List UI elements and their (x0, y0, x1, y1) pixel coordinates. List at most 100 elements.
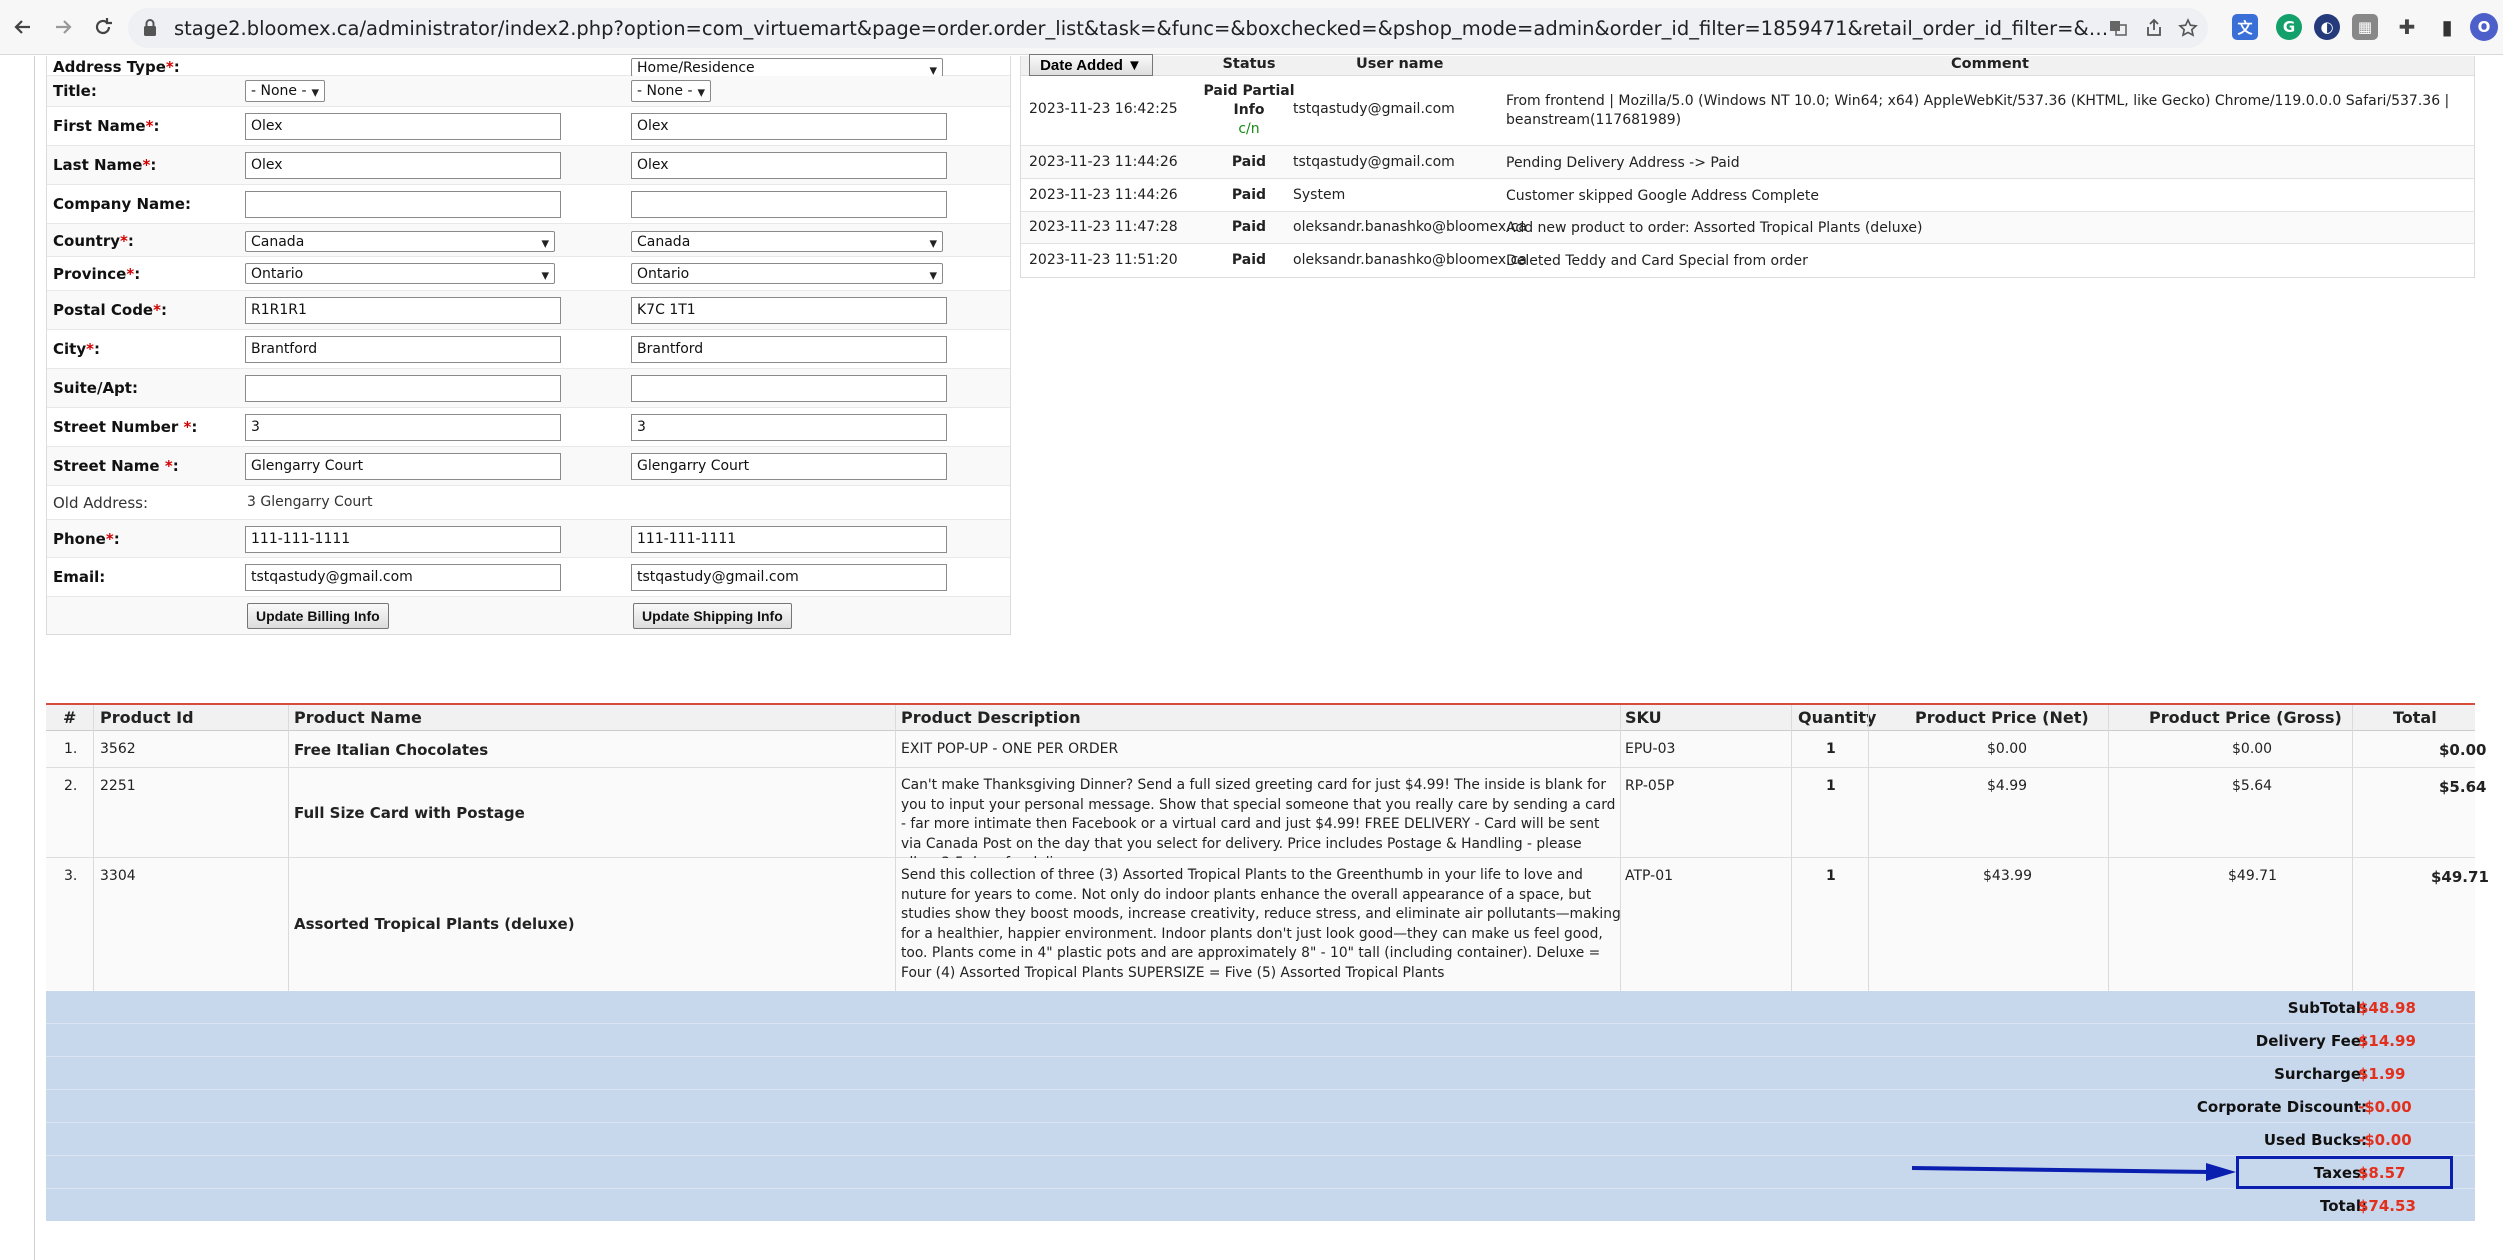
row-total: $5.64 (2439, 778, 2487, 796)
old-address-value: 3 Glengarry Court (247, 494, 373, 510)
url-text[interactable]: stage2.bloomex.ca/administrator/index2.p… (174, 17, 2114, 40)
delivery-fee-label: Delivery Fee: (2255, 1032, 2367, 1050)
history-comment: From frontend | Mozilla/5.0 (Windows NT … (1506, 93, 2450, 128)
row-phone: Phone*: 111-111-1111 111-111-1111 (47, 520, 1010, 558)
row-total: $0.00 (2439, 741, 2487, 759)
row-num: 2. (64, 778, 78, 794)
address-type-select[interactable]: Home/Residence (631, 58, 943, 77)
left-border (34, 56, 35, 1260)
history-date: 2023-11-23 16:42:25 (1029, 101, 1178, 117)
row-product-id: 2251 (100, 778, 136, 794)
first-name-shipping-input[interactable]: Olex (631, 113, 947, 140)
last-name-billing-input[interactable]: Olex (245, 152, 561, 179)
postal-shipping-input[interactable]: K7C 1T1 (631, 297, 947, 324)
suite-billing-input[interactable] (245, 375, 561, 402)
extension-translate-icon[interactable]: 文 (2232, 14, 2258, 40)
side-panel-icon[interactable]: ▮ (2434, 14, 2460, 40)
lock-icon[interactable] (142, 18, 158, 42)
last-name-shipping-input[interactable]: Olex (631, 152, 947, 179)
street-number-billing-input[interactable]: 3 (245, 414, 561, 441)
bookmark-star-icon[interactable] (2176, 16, 2200, 40)
col-product-id: Product Id (100, 708, 194, 727)
email-shipping-input[interactable]: tstqastudy@gmail.com (631, 564, 947, 591)
city-billing-input[interactable]: Brantford (245, 336, 561, 363)
row-quantity: 1 (1826, 741, 1836, 757)
row-first-name: First Name*: Olex Olex (47, 107, 1010, 146)
street-name-billing-input[interactable]: Glengarry Court (245, 453, 561, 480)
extensions-puzzle-icon[interactable]: ✚ (2394, 14, 2420, 40)
province-billing-select[interactable]: Ontario (245, 263, 555, 284)
col-quantity: Quantity (1798, 708, 1877, 727)
col-divider (2108, 705, 2109, 991)
email-billing-input[interactable]: tstqastudy@gmail.com (245, 564, 561, 591)
table-row: 2. 2251 Full Size Card with Postage Can'… (46, 768, 2486, 871)
row-product-description: Send this collection of three (3) Assort… (901, 867, 1621, 981)
row-province: Province*: Ontario Ontario (47, 257, 1010, 291)
row-quantity: 1 (1826, 778, 1836, 794)
first-name-billing-input[interactable]: Olex (245, 113, 561, 140)
history-status: Paid Partial Info (1203, 83, 1295, 118)
extension-grid-icon[interactable]: ▦ (2352, 14, 2378, 40)
address-form: Address Type*: Home/Residence Title: - N… (46, 56, 1011, 635)
grammarly-icon[interactable]: G (2276, 14, 2302, 40)
history-comment: Add new product to order: Assorted Tropi… (1506, 220, 1923, 236)
history-header-comment: Comment (1951, 56, 2029, 72)
province-label: Province (53, 265, 127, 283)
translate-icon[interactable] (2106, 16, 2130, 40)
reload-icon[interactable] (86, 10, 120, 44)
history-status: Paid (1231, 187, 1267, 203)
update-billing-button[interactable]: Update Billing Info (247, 603, 389, 629)
street-name-shipping-input[interactable]: Glengarry Court (631, 453, 947, 480)
row-postal-code: Postal Code*: R1R1R1 K7C 1T1 (47, 291, 1010, 330)
surcharge-value: $1.99 (2358, 1065, 2406, 1083)
row-country: Country*: Canada Canada (47, 224, 1010, 257)
company-billing-input[interactable] (245, 191, 561, 218)
row-sku: ATP-01 (1625, 868, 1674, 884)
history-date: 2023-11-23 11:51:20 (1029, 252, 1178, 268)
delivery-fee-value: $14.99 (2358, 1032, 2416, 1050)
totals-row-total: Total: $74.53 (46, 1189, 2475, 1222)
row-suite: Suite/Apt: (47, 369, 1010, 408)
profile-avatar[interactable]: O (2470, 13, 2498, 41)
country-billing-select[interactable]: Canada (245, 231, 555, 252)
row-sku: RP-05P (1625, 778, 1675, 794)
col-sku: SKU (1625, 708, 1662, 727)
province-shipping-select[interactable]: Ontario (631, 263, 943, 284)
totals-row-surcharge: Surcharge: $1.99 (46, 1057, 2475, 1090)
forward-icon[interactable] (46, 10, 80, 44)
company-shipping-input[interactable] (631, 191, 947, 218)
street-number-shipping-input[interactable]: 3 (631, 414, 947, 441)
suite-shipping-input[interactable] (631, 375, 947, 402)
city-shipping-input[interactable]: Brantford (631, 336, 947, 363)
row-price-gross: $5.64 (2232, 778, 2273, 794)
phone-shipping-input[interactable]: 111-111-1111 (631, 526, 947, 553)
country-shipping-select[interactable]: Canada (631, 231, 943, 252)
row-price-net: $0.00 (1987, 741, 2028, 757)
title-billing-select[interactable]: - None - (245, 80, 325, 102)
col-divider (1620, 705, 1621, 991)
suite-label: Suite/Apt: (53, 379, 138, 397)
share-icon[interactable] (2142, 16, 2166, 40)
history-row: 2023-11-23 11:47:28 Paid oleksandr.banas… (1021, 212, 2474, 244)
address-bar[interactable]: stage2.bloomex.ca/administrator/index2.p… (128, 8, 2208, 48)
history-status: Paid (1231, 252, 1267, 268)
totals-row-used-bucks: Used Bucks: -$0.00 (46, 1123, 2475, 1156)
title-shipping-select[interactable]: - None - (631, 80, 711, 102)
phone-billing-input[interactable]: 111-111-1111 (245, 526, 561, 553)
row-total: $49.71 (2431, 868, 2489, 886)
back-icon[interactable] (6, 10, 40, 44)
street-number-label: Street Number (53, 418, 179, 436)
table-row: 1. 3562 Free Italian Chocolates EXIT POP… (46, 731, 2486, 768)
history-user: oleksandr.banashko@bloomex.ca (1293, 252, 1527, 268)
address-type-label: Address Type (53, 58, 166, 76)
extension-dark-icon[interactable]: ◐ (2314, 14, 2340, 40)
update-shipping-button[interactable]: Update Shipping Info (633, 603, 792, 629)
history-user: System (1293, 187, 1346, 203)
postal-code-label: Postal Code (53, 301, 154, 319)
order-history-table: Date Added ▼ Status User name Comment 20… (1020, 54, 2475, 278)
row-street-number: Street Number *: 3 3 (47, 408, 1010, 447)
postal-billing-input[interactable]: R1R1R1 (245, 297, 561, 324)
row-product-name: Free Italian Chocolates (294, 741, 489, 759)
sort-date-added-button[interactable]: Date Added ▼ (1029, 54, 1153, 76)
col-divider (288, 705, 289, 991)
